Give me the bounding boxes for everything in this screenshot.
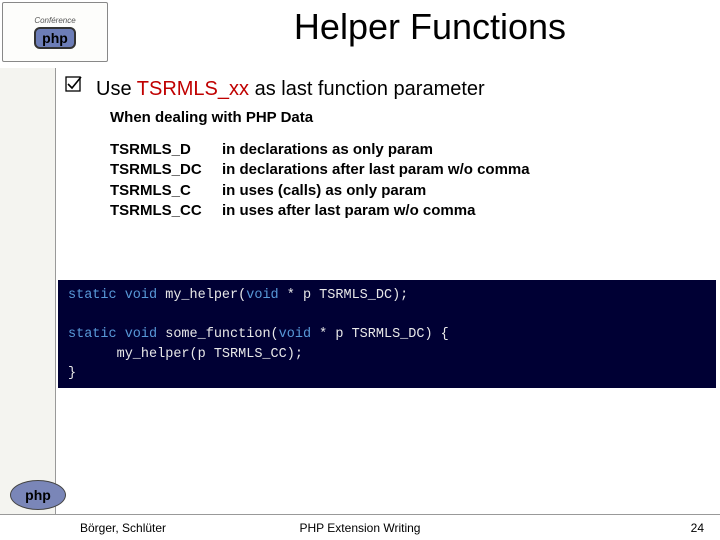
headline: Use TSRMLS_xx as last function parameter — [96, 78, 702, 101]
footer: Börger, Schlüter PHP Extension Writing 2… — [0, 514, 720, 540]
macro-desc: in declarations as only param — [222, 140, 702, 160]
subheading: When dealing with PHP Data — [110, 109, 702, 126]
conference-text: Conférence — [34, 16, 75, 25]
table-row: TSRMLS_DC in declarations after last par… — [110, 160, 702, 180]
macro-name: TSRMLS_DC — [110, 160, 222, 180]
footer-authors: Börger, Schlüter — [80, 521, 166, 535]
slide-content: Use TSRMLS_xx as last function parameter… — [68, 78, 702, 221]
left-sidebar — [0, 68, 56, 514]
table-row: TSRMLS_D in declarations as only param — [110, 140, 702, 160]
php-logo-icon: php — [10, 480, 66, 510]
footer-page: 24 — [691, 521, 704, 535]
macro-table: TSRMLS_D in declarations as only param T… — [110, 140, 702, 221]
macro-desc: in uses after last param w/o comma — [222, 201, 702, 221]
macro-desc: in declarations after last param w/o com… — [222, 160, 702, 180]
macro-desc: in uses (calls) as only param — [222, 181, 702, 201]
table-row: TSRMLS_C in uses (calls) as only param — [110, 181, 702, 201]
headline-macro: TSRMLS_xx — [137, 78, 249, 100]
php-badge: php — [34, 27, 76, 49]
slide-title: Helper Functions — [160, 6, 700, 48]
conference-logo: Conférence php — [2, 2, 108, 62]
code-block: static void my_helper(void * p TSRMLS_DC… — [58, 280, 716, 388]
macro-name: TSRMLS_C — [110, 181, 222, 201]
table-row: TSRMLS_CC in uses after last param w/o c… — [110, 201, 702, 221]
code-line: static void my_helper(void * p TSRMLS_DC… — [68, 286, 706, 384]
macro-name: TSRMLS_D — [110, 140, 222, 160]
headline-post: as last function parameter — [249, 78, 485, 100]
headline-pre: Use — [96, 78, 137, 100]
checkbox-icon — [65, 76, 83, 94]
macro-name: TSRMLS_CC — [110, 201, 222, 221]
